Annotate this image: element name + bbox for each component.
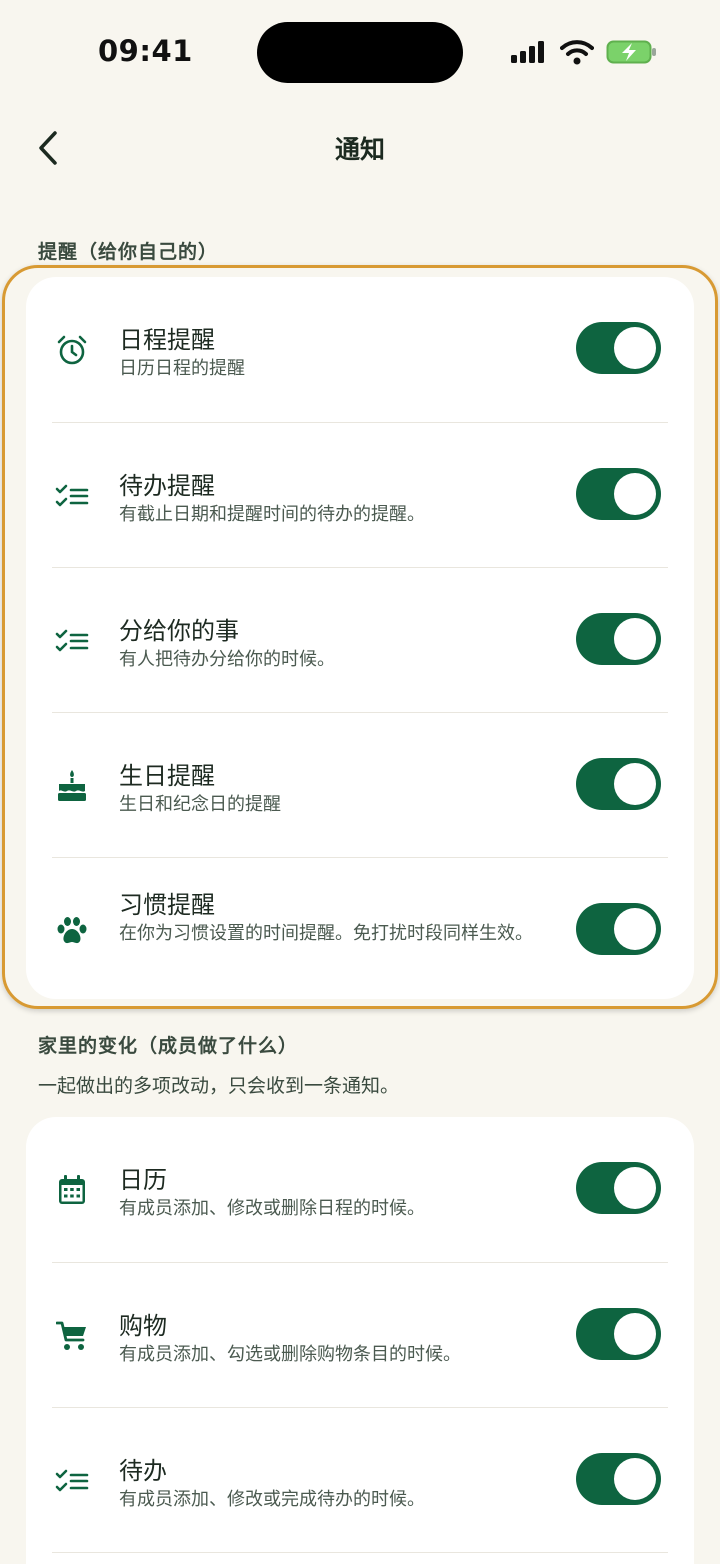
setting-description: 生日和纪念日的提醒 [119,794,281,815]
wifi-icon [560,40,594,65]
toggle-assigned-to-you[interactable] [576,613,661,665]
toggle-knob [614,473,656,515]
toggle-knob [614,908,656,950]
cart-icon [52,1263,92,1409]
toggle-knob [614,1458,656,1500]
toggle-knob [614,763,656,805]
toggle-shopping[interactable] [576,1308,661,1360]
setting-row-shopping: 购物 有成员添加、勾选或删除购物条目的时候。 [26,1263,694,1409]
toggle-birthday-reminder[interactable] [576,758,661,810]
setting-description: 有成员添加、修改或删除日程的时候。 [119,1198,425,1219]
alarm-clock-icon [52,277,92,423]
setting-row-assigned-to-you: 分给你的事 有人把待办分给你的时候。 [26,568,694,714]
checklist-icon [52,568,92,714]
setting-row-habit-reminder: 习惯提醒 在你为习惯设置的时间提醒。免打扰时段同样生效。 [26,858,694,1004]
calendar-icon [52,1117,92,1263]
toggle-habit-reminder[interactable] [576,903,661,955]
cellular-signal-icon [511,41,544,63]
setting-description: 有成员添加、勾选或删除购物条目的时候。 [119,1344,461,1365]
family-changes-card: 日历 有成员添加、修改或删除日程的时候。 购物 有成员添加、勾选或删除购物条目的… [26,1117,694,1564]
setting-row-schedule-reminder: 日程提醒 日历日程的提醒 [26,277,694,423]
setting-label: 生日提醒 [119,762,215,790]
toggle-knob [614,327,656,369]
divider [52,1552,668,1553]
toggle-calendar[interactable] [576,1162,661,1214]
setting-description: 有截止日期和提醒时间的待办的提醒。 [119,504,425,525]
setting-label: 习惯提醒 [119,891,215,919]
setting-row-todos: 待办 有成员添加、修改或完成待办的时候。 [26,1408,694,1554]
section-title-family: 家里的变化（成员做了什么） [38,1035,299,1057]
setting-row-todo-reminder: 待办提醒 有截止日期和提醒时间的待办的提醒。 [26,423,694,569]
setting-description: 日历日程的提醒 [119,358,245,379]
toggle-knob [614,1313,656,1355]
setting-label: 购物 [119,1312,167,1340]
checklist-icon [52,423,92,569]
dynamic-island [257,22,463,83]
notifications-screen: 09:41 通知 提醒（给你自己的） 日程提醒 日历日程的提醒 待办提醒 有截止… [0,0,720,1564]
setting-description: 有成员添加、修改或完成待办的时候。 [119,1489,425,1510]
setting-description: 有人把待办分给你的时候。 [119,649,335,670]
cake-icon [52,713,92,859]
paw-icon [52,858,92,1004]
setting-label: 分给你的事 [119,617,239,645]
setting-label: 待办 [119,1457,167,1485]
toggle-schedule-reminder[interactable] [576,322,661,374]
section-title-personal: 提醒（给你自己的） [38,241,219,263]
toggle-knob [614,618,656,660]
toggle-todo-reminder[interactable] [576,468,661,520]
personal-reminders-card: 日程提醒 日历日程的提醒 待办提醒 有截止日期和提醒时间的待办的提醒。 分给你的… [26,277,694,999]
section-description-family: 一起做出的多项改动，只会收到一条通知。 [38,1075,400,1097]
setting-description: 在你为习惯设置的时间提醒。免打扰时段同样生效。 [119,923,533,944]
setting-label: 日历 [119,1166,167,1194]
toggle-todos[interactable] [576,1453,661,1505]
checklist-icon [52,1408,92,1554]
status-time: 09:41 [98,34,193,68]
status-icons [510,37,658,67]
page-title: 通知 [334,135,385,164]
setting-row-birthday-reminder: 生日提醒 生日和纪念日的提醒 [26,713,694,859]
setting-label: 待办提醒 [119,472,215,500]
toggle-knob [614,1167,656,1209]
setting-row-calendar: 日历 有成员添加、修改或删除日程的时候。 [26,1117,694,1263]
battery-charging-icon [606,40,656,64]
setting-label: 日程提醒 [119,326,215,354]
status-bar: 09:41 [0,0,720,100]
